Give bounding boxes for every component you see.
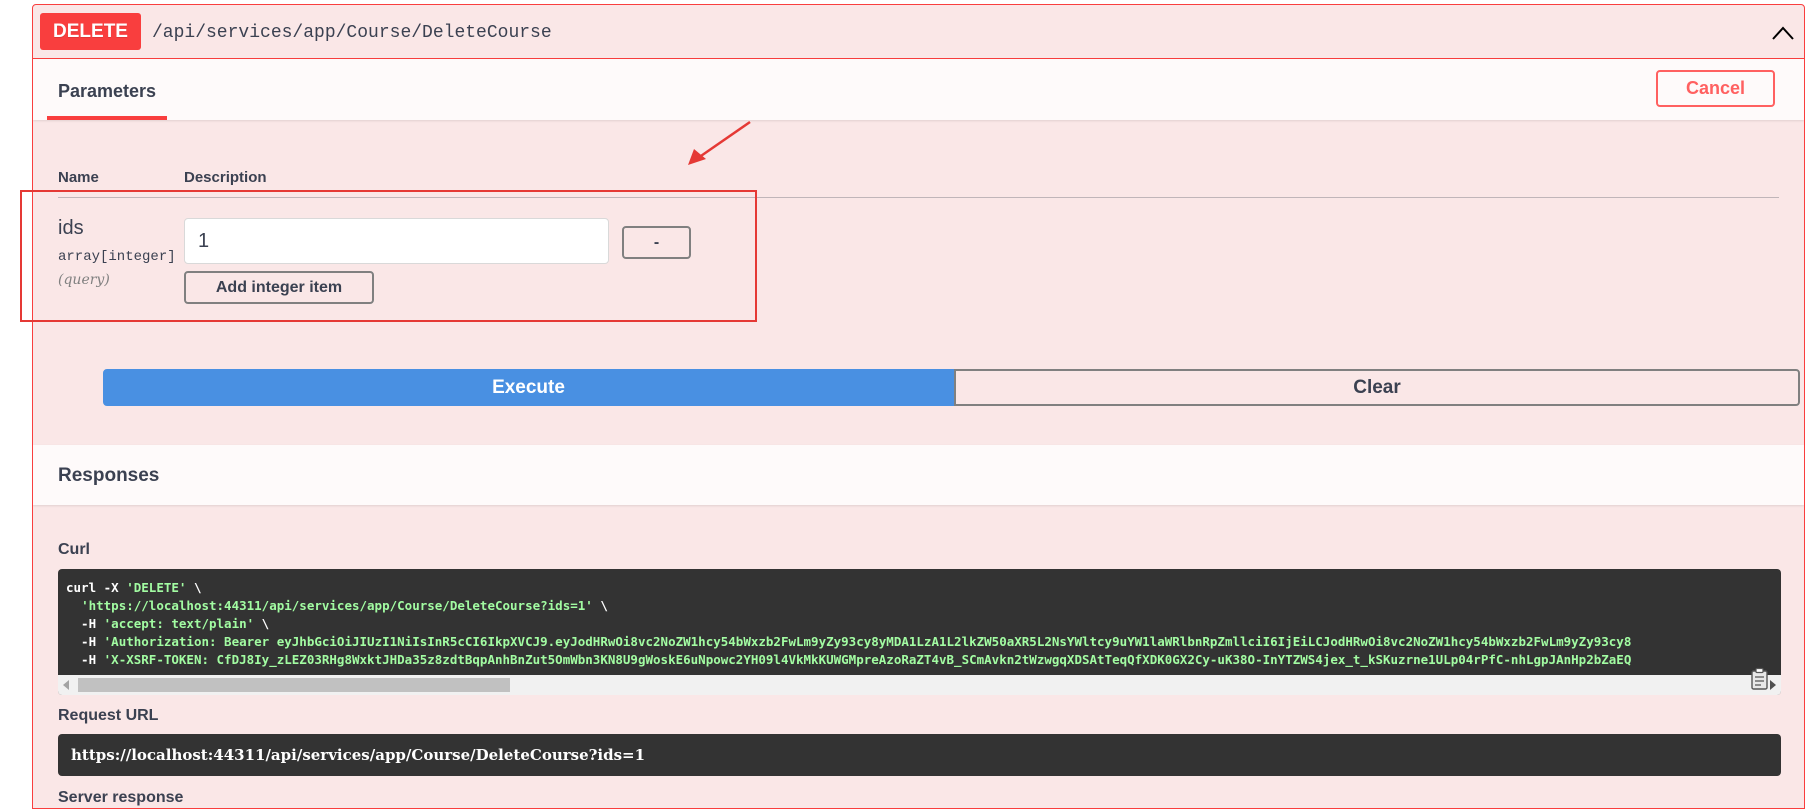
responses-header: Responses — [33, 445, 1804, 505]
curl-line: -H 'X-XSRF-TOKEN: CfDJ8Iy_zLEZ03RHg8Wxkt… — [66, 652, 1632, 667]
annotation-highlight-box — [20, 190, 757, 322]
operation-summary[interactable]: DELETE /api/services/app/Course/DeleteCo… — [33, 5, 1804, 59]
endpoint-path: /api/services/app/Course/DeleteCourse — [152, 23, 552, 43]
clear-button[interactable]: Clear — [954, 369, 1800, 406]
request-url: https://localhost:44311/api/services/app… — [71, 746, 646, 764]
request-url-block: https://localhost:44311/api/services/app… — [58, 734, 1781, 776]
request-url-label: Request URL — [58, 707, 159, 724]
cancel-button[interactable]: Cancel — [1656, 70, 1775, 107]
parameters-header: Parameters Cancel — [33, 59, 1804, 120]
curl-line: 'https://localhost:44311/api/services/ap… — [81, 598, 608, 613]
curl-code-block[interactable]: curl -X 'DELETE' \ 'https://localhost:44… — [58, 569, 1781, 695]
column-header-name: Name — [58, 169, 99, 186]
responses-title: Responses — [58, 465, 160, 486]
curl-line: -H 'accept: text/plain' \ — [66, 616, 270, 631]
tab-active-indicator — [47, 116, 167, 120]
scrollbar-thumb[interactable] — [78, 678, 510, 692]
column-header-description: Description — [184, 169, 267, 186]
server-response-label: Server response — [58, 789, 184, 806]
operation-block-delete: DELETE /api/services/app/Course/DeleteCo… — [32, 4, 1805, 809]
curl-line: curl -X 'DELETE' \ — [66, 580, 202, 595]
annotation-arrow — [688, 120, 751, 165]
chevron-up-icon[interactable] — [1770, 23, 1796, 43]
execute-button[interactable]: Execute — [103, 369, 954, 406]
curl-command: curl -X 'DELETE' \ 'https://localhost:44… — [66, 579, 1631, 669]
curl-label: Curl — [58, 541, 90, 558]
curl-line: -H 'Authorization: Bearer eyJhbGciOiJIUz… — [66, 634, 1632, 649]
http-method-badge: DELETE — [40, 13, 141, 50]
scroll-left-arrow-icon[interactable] — [63, 680, 69, 690]
tab-parameters[interactable]: Parameters — [58, 81, 156, 102]
execute-wrapper: Execute Clear — [103, 369, 1800, 406]
clipboard-icon[interactable] — [1749, 667, 1771, 691]
horizontal-scrollbar[interactable] — [58, 675, 1781, 695]
